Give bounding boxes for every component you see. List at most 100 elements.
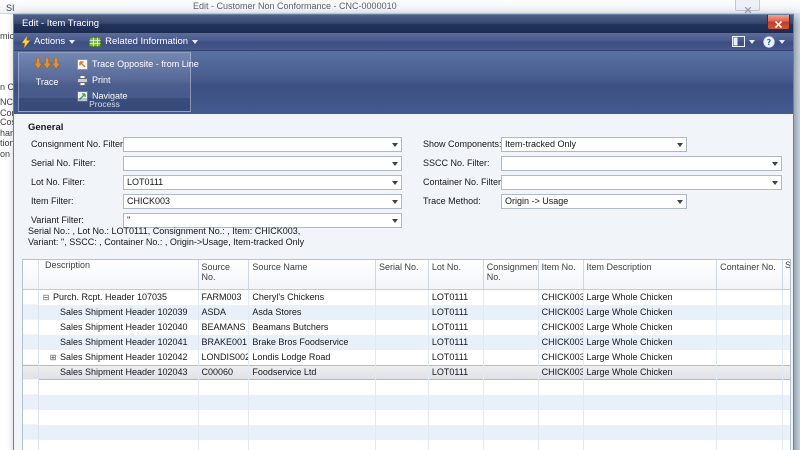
cell-description: Sales Shipment Header 102039 xyxy=(58,307,188,317)
view-layout-icon xyxy=(732,36,745,47)
chevron-down-icon[interactable] xyxy=(392,219,398,223)
col-header-lot-no[interactable]: Lot No. xyxy=(429,260,484,289)
process-group-label: Process xyxy=(19,98,190,111)
sscc-filter-label: SSCC No. Filter: xyxy=(423,158,490,168)
trace-opposite-button[interactable]: Trace Opposite - from Line xyxy=(77,57,199,71)
chevron-down-icon xyxy=(749,40,755,44)
cell-item-description: Large Whole Chicken xyxy=(584,335,718,350)
background-fragment: han xyxy=(0,128,13,138)
cell-container-no xyxy=(717,290,783,305)
expand-icon[interactable]: ⊞ xyxy=(48,350,58,365)
serial-filter-label: Serial No. Filter: xyxy=(31,158,96,168)
sscc-filter-field[interactable] xyxy=(501,156,782,171)
cell-source-name: Londis Lodge Road xyxy=(249,350,376,365)
row-selector xyxy=(23,425,39,440)
cell-item-no: CHICK003 xyxy=(539,335,584,350)
cell-item-description: Large Whole Chicken xyxy=(584,320,718,335)
trace-results-grid: Description Source No. Source Name Seria… xyxy=(22,259,791,450)
cell-consignment-no xyxy=(484,365,539,380)
serial-filter-field[interactable] xyxy=(123,156,402,171)
trace-method-label: Trace Method: xyxy=(423,196,481,206)
table-row[interactable]: Sales Shipment Header 102039 ASDA Asda S… xyxy=(23,305,790,320)
show-components-value: Item-tracked Only xyxy=(505,139,576,149)
col-header-consignment-no[interactable]: Consignment No. xyxy=(484,260,539,289)
cell-lot-no: LOT0111 xyxy=(429,290,484,305)
empty-row xyxy=(23,425,790,440)
chevron-down-icon[interactable] xyxy=(392,181,398,185)
row-selector[interactable] xyxy=(23,305,39,320)
container-filter-field[interactable] xyxy=(501,175,782,190)
print-label: Print xyxy=(92,75,111,85)
cell-serial-no xyxy=(376,290,429,305)
related-information-icon xyxy=(89,36,101,48)
cell-serial-no xyxy=(376,320,429,335)
titlebar[interactable]: Edit - Item Tracing xyxy=(14,15,793,33)
chevron-down-icon[interactable] xyxy=(677,200,683,204)
background-close-button[interactable] xyxy=(735,0,760,11)
row-selector[interactable] xyxy=(23,350,39,365)
cell-lot-no: LOT0111 xyxy=(429,305,484,320)
print-button[interactable]: Print xyxy=(77,73,111,87)
content-area: General Consignment No. Filter: Serial N… xyxy=(14,114,793,450)
general-section-label: General xyxy=(28,122,63,133)
collapse-icon[interactable]: ⊟ xyxy=(41,290,51,305)
close-button[interactable] xyxy=(767,15,790,30)
chevron-down-icon[interactable] xyxy=(392,143,398,147)
item-filter-label: Item Filter: xyxy=(31,196,74,206)
cell-clipped xyxy=(783,365,790,380)
cell-container-no xyxy=(717,335,783,350)
show-components-field[interactable]: Item-tracked Only xyxy=(501,137,687,152)
background-fragment: SI xyxy=(6,3,19,13)
col-header-serial-no[interactable]: Serial No. xyxy=(376,260,429,289)
table-row-selected[interactable]: Sales Shipment Header 102043 C00060 Food… xyxy=(23,365,790,380)
col-header-item-no[interactable]: Item No. xyxy=(539,260,584,289)
container-filter-label: Container No. Filter: xyxy=(423,177,504,187)
cell-serial-no xyxy=(376,350,429,365)
cell-serial-no xyxy=(376,305,429,320)
trace-opposite-icon xyxy=(77,59,88,70)
table-row[interactable]: Sales Shipment Header 102041 BRAKE001 Br… xyxy=(23,335,790,350)
svg-text:?: ? xyxy=(767,37,772,46)
col-header-source-name[interactable]: Source Name xyxy=(249,260,376,289)
related-information-menu[interactable]: Related Information xyxy=(89,36,198,48)
trace-button[interactable]: Trace xyxy=(21,55,73,99)
cell-description: Purch. Rcpt. Header 107035 xyxy=(51,292,167,302)
chevron-down-icon[interactable] xyxy=(772,162,778,166)
table-row[interactable]: Sales Shipment Header 102040 BEAMANS Bea… xyxy=(23,320,790,335)
cell-container-no xyxy=(717,350,783,365)
actions-menu[interactable]: Actions xyxy=(22,36,75,48)
background-fragment: mics xyxy=(0,31,13,41)
chevron-down-icon[interactable] xyxy=(392,162,398,166)
row-selector[interactable] xyxy=(23,290,39,305)
cell-source-name: Brake Bros Foodservice xyxy=(249,335,376,350)
cell-source-no: BEAMANS xyxy=(199,320,250,335)
view-layout-button[interactable] xyxy=(732,36,755,47)
background-right-pane xyxy=(793,13,800,450)
chevron-down-icon[interactable] xyxy=(677,143,683,147)
col-header-item-description[interactable]: Item Description xyxy=(584,260,718,289)
lot-filter-field[interactable]: LOT0111 xyxy=(123,175,402,190)
consignment-filter-field[interactable] xyxy=(123,137,402,152)
col-header-description[interactable]: Description xyxy=(39,260,199,289)
chevron-down-icon[interactable] xyxy=(772,181,778,185)
chevron-down-icon xyxy=(779,40,785,44)
row-selector[interactable] xyxy=(23,335,39,350)
item-filter-field[interactable]: CHICK003 xyxy=(123,194,402,209)
col-header-source-no[interactable]: Source No. xyxy=(199,260,250,289)
col-header-container-no[interactable]: Container No. xyxy=(717,260,783,289)
background-titlebar: Edit - Customer Non Conformance - CNC-00… xyxy=(0,0,800,14)
cell-item-description: Large Whole Chicken xyxy=(584,290,718,305)
background-fragment: tion xyxy=(0,138,13,148)
cell-item-description: Large Whole Chicken xyxy=(584,365,718,380)
row-selector[interactable] xyxy=(23,365,39,380)
menubar: Actions Related Information ? xyxy=(14,33,793,51)
cell-container-no xyxy=(717,365,783,380)
trace-method-field[interactable]: Origin -> Usage xyxy=(501,194,687,209)
table-row[interactable]: ⊟Purch. Rcpt. Header 107035 FARM003 Cher… xyxy=(23,290,790,305)
table-row[interactable]: ⊞Sales Shipment Header 102042 LONDIS002 … xyxy=(23,350,790,365)
cell-container-no xyxy=(717,320,783,335)
row-selector[interactable] xyxy=(23,320,39,335)
col-header-clipped[interactable]: S xyxy=(783,260,790,289)
help-button[interactable]: ? xyxy=(763,36,785,48)
chevron-down-icon[interactable] xyxy=(392,200,398,204)
